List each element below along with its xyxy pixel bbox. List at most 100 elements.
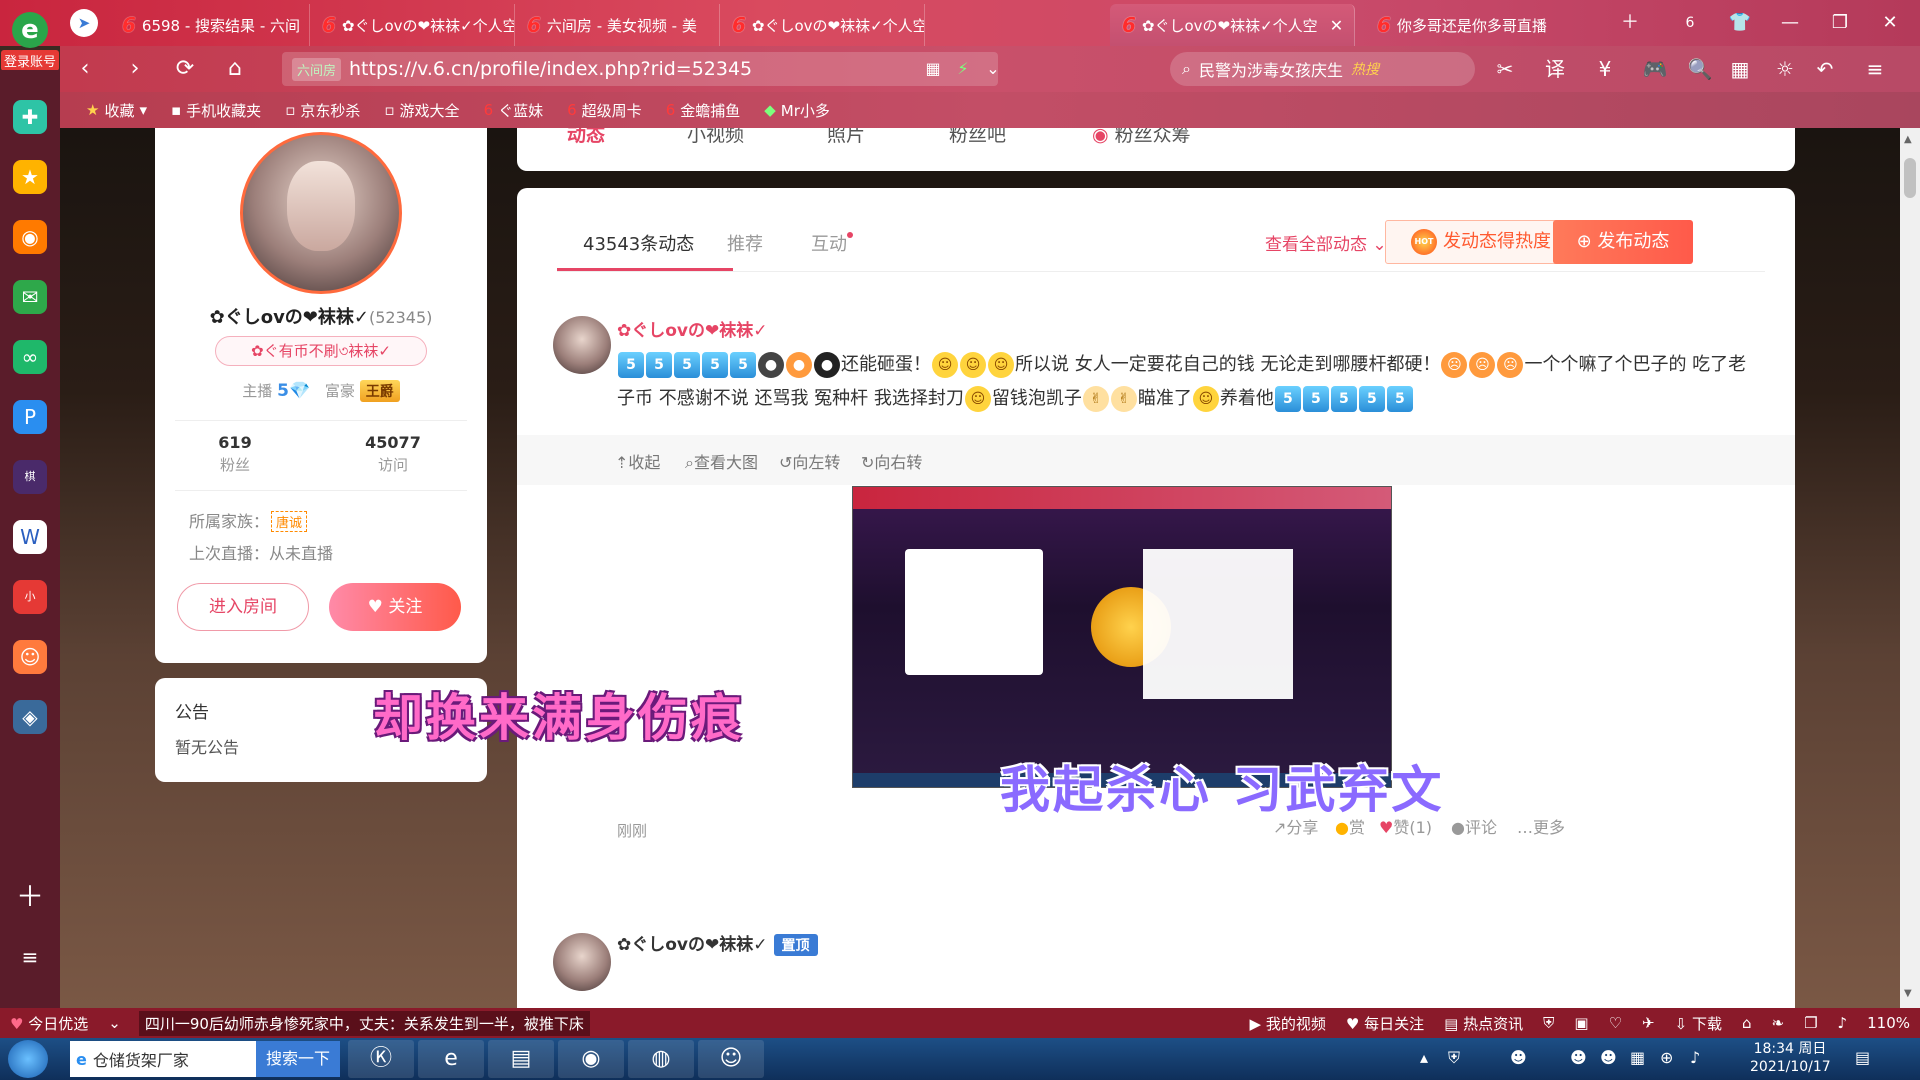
tab-crowdfunding[interactable]: ◉ 粉丝众筹: [1092, 128, 1191, 147]
more-button[interactable]: …更多: [1517, 814, 1565, 838]
news-ticker[interactable]: 四川一90后幼师赤身惨死家中，丈夫：关系发生到一半，被推下床: [138, 1010, 590, 1036]
game2-app-icon[interactable]: ◈: [13, 700, 47, 734]
ie-taskbar-icon[interactable]: e: [418, 1040, 484, 1078]
brightness-icon[interactable]: ☼: [1770, 54, 1800, 84]
image-icon[interactable]: ▣: [1564, 1014, 1598, 1032]
qq-tray-icon[interactable]: ☻: [1600, 1048, 1617, 1067]
translate-icon[interactable]: 译: [1540, 54, 1570, 84]
new-tab-icon[interactable]: ＋: [1610, 8, 1650, 38]
mini-app-icon[interactable]: 小: [13, 580, 47, 614]
url-field[interactable]: 六间房 https://v.6.cn/profile/index.php?rid…: [282, 52, 998, 86]
lightning-icon[interactable]: ⚡: [948, 54, 978, 84]
bookmark-item[interactable]: 6 超级周卡: [555, 100, 654, 121]
scroll-down-icon[interactable]: ▼: [1904, 988, 1912, 999]
scroll-thumb[interactable]: [1904, 158, 1916, 198]
browser-logo[interactable]: e 登录账号: [0, 0, 60, 71]
hat-icon[interactable]: ⌂: [1732, 1014, 1762, 1032]
tab-count[interactable]: 6: [1670, 8, 1710, 38]
hot-post-button[interactable]: HOT 发动态得热度: [1385, 220, 1577, 264]
view-large-button[interactable]: ⌕查看大图: [685, 449, 758, 473]
family-badge[interactable]: 唐诚: [271, 511, 308, 532]
tab-photos[interactable]: 照片: [827, 128, 865, 147]
menu-icon[interactable]: ≡: [1860, 54, 1890, 84]
bookmark-item[interactable]: 6 ぐ蓝妹: [472, 100, 556, 121]
bookmark-item[interactable]: ▫ 游戏大全: [372, 100, 471, 121]
close-tab-icon[interactable]: ✕: [1330, 16, 1343, 35]
gamepad-icon[interactable]: 🎮: [1640, 54, 1670, 84]
post-avatar[interactable]: [553, 316, 611, 374]
back-icon[interactable]: ‹: [70, 54, 100, 84]
chrome-taskbar-icon[interactable]: ◍: [628, 1040, 694, 1078]
view-all-dropdown[interactable]: 查看全部动态 ⌄: [1265, 230, 1387, 255]
post-author[interactable]: ✿ぐしovの❤袜袜✓ 置顶: [617, 930, 818, 956]
zoom-level[interactable]: 110%: [1857, 1014, 1920, 1032]
chevron-down-icon[interactable]: ⌄: [98, 1014, 131, 1032]
search-input[interactable]: ⌕ 民警为涉毒女孩庆生 热搜: [1170, 52, 1475, 86]
health-icon[interactable]: ♡: [1599, 1014, 1632, 1032]
volume-icon[interactable]: ♪: [1690, 1048, 1700, 1067]
post-image[interactable]: [852, 486, 1392, 788]
tab-recommend[interactable]: 推荐: [727, 230, 763, 256]
hot-news-link[interactable]: ▤ 热点资讯: [1434, 1013, 1533, 1034]
home-icon[interactable]: ⌂: [220, 54, 250, 84]
qq-tray-icon[interactable]: ☻: [1510, 1048, 1527, 1067]
avatar[interactable]: [240, 132, 402, 294]
daily-follow-link[interactable]: ♥ 每日关注: [1336, 1013, 1434, 1034]
minimize-icon[interactable]: —: [1770, 8, 1810, 38]
volume-icon[interactable]: ♪: [1828, 1014, 1858, 1032]
post-author[interactable]: ✿ぐしovの❤袜袜✓: [617, 316, 768, 341]
game-app-icon[interactable]: 棋: [13, 460, 47, 494]
url-text[interactable]: https://v.6.cn/profile/index.php?rid=523…: [349, 58, 752, 80]
send-icon[interactable]: ➤: [70, 9, 98, 37]
leaf-icon[interactable]: ❧: [1762, 1014, 1795, 1032]
tab-1[interactable]: 6 6598 - 搜索结果 - 六间: [110, 4, 310, 46]
taskbar-search-button[interactable]: 搜索一下: [255, 1041, 340, 1077]
word-icon[interactable]: W: [13, 520, 47, 554]
collapse-button[interactable]: ⇡收起: [615, 449, 660, 473]
my-videos-link[interactable]: ▶ 我的视频: [1240, 1013, 1336, 1034]
link-icon[interactable]: ∞: [13, 340, 47, 374]
close-window-icon[interactable]: ✕: [1870, 8, 1910, 38]
rotate-right-button[interactable]: ↻向右转: [861, 449, 922, 473]
bookmark-item[interactable]: ▫ 京东秒杀: [273, 100, 372, 121]
page-scrollbar[interactable]: ▲ ▼: [1900, 128, 1920, 1008]
rocket-icon[interactable]: ✈: [1632, 1014, 1665, 1032]
character-app-icon[interactable]: ☺: [13, 640, 47, 674]
window-icon[interactable]: ❐: [1794, 1014, 1827, 1032]
rotate-left-button[interactable]: ↺向左转: [779, 449, 840, 473]
forward-icon[interactable]: ›: [120, 54, 150, 84]
tab-fan-forum[interactable]: 粉丝吧: [949, 128, 1006, 147]
bookmark-item[interactable]: ▪ 手机收藏夹: [159, 100, 273, 121]
shirt-icon[interactable]: 👕: [1720, 8, 1760, 38]
enter-room-button[interactable]: 进入房间: [177, 583, 309, 631]
bookmark-item[interactable]: ◆ Mr小多: [752, 100, 842, 121]
magnifier-icon[interactable]: 🔍: [1685, 54, 1715, 84]
list-icon[interactable]: ≡: [13, 940, 47, 974]
undo-icon[interactable]: ↶: [1810, 54, 1840, 84]
tab-interaction[interactable]: 互动: [811, 230, 847, 256]
tab-6[interactable]: 6 你多哥还是你多哥直播: [1365, 4, 1595, 46]
apps-grid-icon[interactable]: ▦: [1725, 54, 1755, 84]
p-app-icon[interactable]: P: [13, 400, 47, 434]
taskbar-search[interactable]: e 仓储货架厂家 搜索一下: [70, 1041, 340, 1077]
fans-stat[interactable]: 619 粉丝: [175, 433, 295, 475]
shield-icon[interactable]: ⛨: [1533, 1014, 1564, 1032]
start-button[interactable]: [8, 1040, 48, 1078]
scroll-up-icon[interactable]: ▲: [1904, 134, 1912, 145]
network-icon[interactable]: ▦: [1630, 1048, 1645, 1067]
coin-icon[interactable]: ¥: [1590, 54, 1620, 84]
folder-taskbar-icon[interactable]: ▤: [488, 1040, 554, 1078]
tab-feed[interactable]: 动态: [567, 128, 605, 147]
avatar-taskbar-icon[interactable]: ☺: [698, 1040, 764, 1078]
login-account-button[interactable]: 登录账号: [0, 50, 59, 71]
tab-4[interactable]: 6 ✿ぐしovの❤袜袜✓个人空: [720, 4, 925, 46]
tray-expand-icon[interactable]: ▴: [1420, 1048, 1428, 1067]
network-status-icon[interactable]: ⊕: [1660, 1048, 1673, 1067]
mail-icon[interactable]: ✉: [13, 280, 47, 314]
browser-taskbar-icon[interactable]: ◉: [558, 1040, 624, 1078]
tab-3[interactable]: 6 六间房 - 美女视频 - 美: [515, 4, 720, 46]
restore-icon[interactable]: ❐: [1820, 8, 1860, 38]
plus-app-icon[interactable]: ✚: [13, 100, 47, 134]
notification-icon[interactable]: ▤: [1855, 1048, 1870, 1067]
refresh-icon[interactable]: ⟳: [170, 54, 200, 84]
